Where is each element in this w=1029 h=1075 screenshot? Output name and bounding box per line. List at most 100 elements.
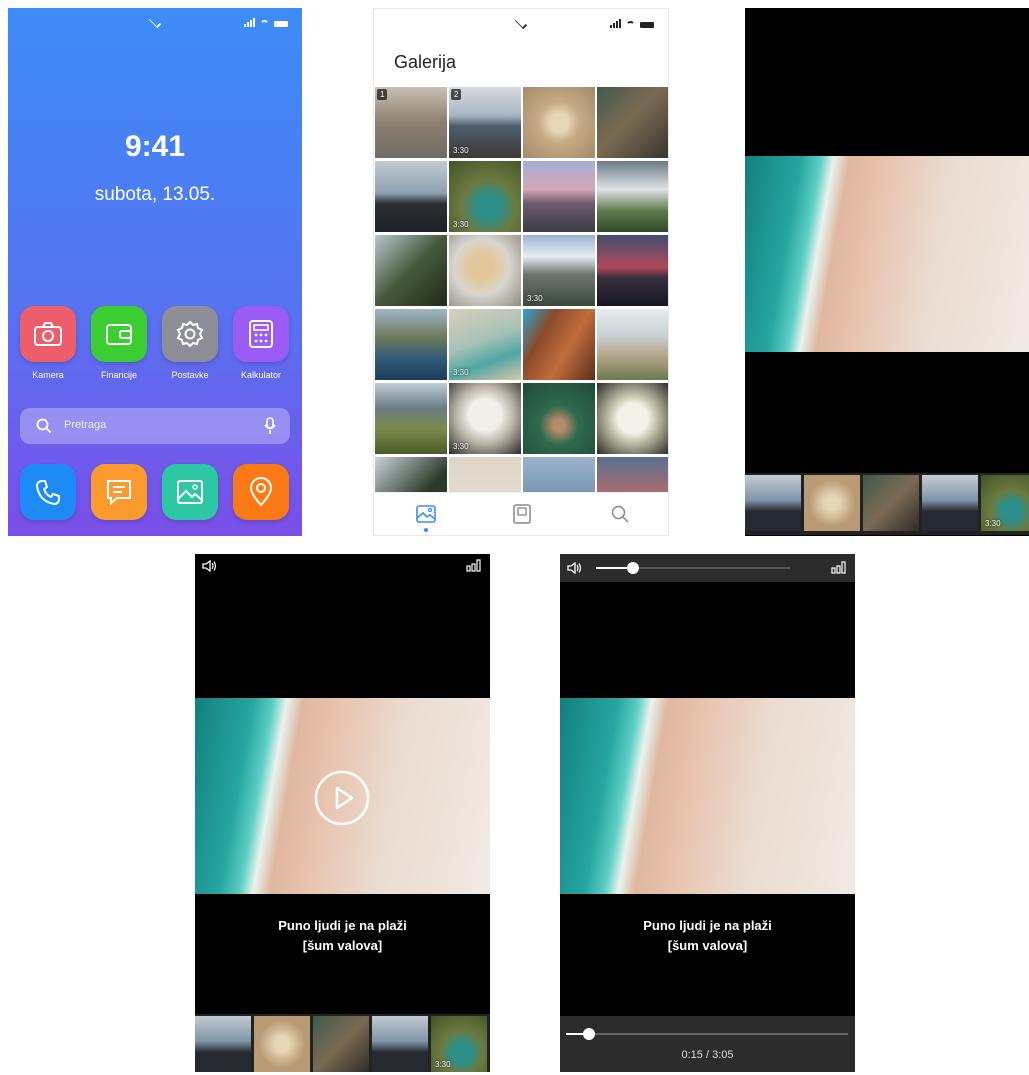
phone-app[interactable]: [20, 464, 76, 520]
gear-icon: [176, 320, 204, 348]
quality-icon[interactable]: [466, 559, 482, 572]
photo-grid: 1 2 3:30 3:30 3:30 3:30 3:30: [374, 87, 668, 492]
photo-thumb[interactable]: [375, 457, 447, 492]
settings-app-label: Postavke: [171, 370, 209, 380]
chevron-down-icon[interactable]: [514, 16, 528, 30]
selection-badge: 2: [451, 89, 462, 100]
time-readout: 0:15 / 3:05: [681, 1049, 734, 1061]
photo-thumb[interactable]: [449, 457, 521, 492]
subtitle-line: [šum valova]: [302, 938, 383, 953]
video-duration: 3:30: [527, 294, 543, 303]
subtitle-line: Puno ljudi je na plaži: [278, 918, 407, 933]
subtitle-line: Puno ljudi je na plaži: [643, 918, 772, 933]
message-icon: [107, 480, 131, 506]
photo-thumb[interactable]: [597, 309, 668, 380]
strip-thumb[interactable]: [313, 1016, 369, 1072]
status-icons: [244, 18, 288, 27]
strip-thumb[interactable]: [804, 475, 860, 531]
subtitle-line: [šum valova]: [667, 938, 748, 953]
settings-app[interactable]: [162, 306, 218, 362]
video-thumb[interactable]: 3:30: [523, 235, 595, 306]
video-player-paused: Puno ljudi je na plaži [šum valova] 3:30: [195, 554, 490, 1072]
video-thumb[interactable]: 3:30: [449, 383, 521, 454]
volume-icon[interactable]: [567, 562, 583, 574]
clock-date: subota, 13.05.: [94, 184, 216, 205]
camera-app[interactable]: [20, 306, 76, 362]
photo-thumb[interactable]: [597, 87, 668, 158]
thumbnail-strip: 3:30: [745, 473, 1029, 535]
finance-app[interactable]: [91, 306, 147, 362]
messages-app[interactable]: [91, 464, 147, 520]
photo-thumb[interactable]: 1: [375, 87, 447, 158]
battery-icon: [640, 22, 654, 28]
camera-icon: [34, 322, 62, 346]
search-icon[interactable]: [611, 505, 629, 523]
strip-thumb[interactable]: 3:30: [431, 1016, 487, 1072]
gallery-icon[interactable]: [416, 505, 436, 523]
calculator-app-label: Kalkulator: [240, 370, 282, 380]
volume-slider[interactable]: [596, 562, 790, 574]
video-thumb[interactable]: 2 3:30: [449, 87, 521, 158]
video-duration: 3:30: [453, 368, 469, 377]
phone-icon: [35, 480, 60, 506]
maps-app[interactable]: [233, 464, 289, 520]
selection-badge: 1: [377, 89, 388, 100]
strip-thumb[interactable]: [195, 1016, 251, 1072]
status-icons: [610, 19, 654, 28]
strip-thumb[interactable]: [745, 475, 801, 531]
home-screen: 9:41 subota, 13.05. Kamera Financije Pos…: [8, 8, 302, 536]
video-thumb[interactable]: 3:30: [449, 161, 521, 232]
photo-thumb[interactable]: [597, 457, 668, 492]
photo-thumb[interactable]: [523, 457, 595, 492]
microphone-icon[interactable]: [264, 417, 276, 435]
quality-icon[interactable]: [831, 561, 847, 574]
volume-knob[interactable]: [626, 562, 639, 574]
strip-thumb[interactable]: [254, 1016, 310, 1072]
photo-thumb[interactable]: [375, 161, 447, 232]
video-duration: 3:30: [453, 146, 469, 155]
camera-app-label: Kamera: [32, 370, 64, 380]
photo-thumb[interactable]: [597, 235, 668, 306]
photo-thumb[interactable]: [523, 87, 595, 158]
strip-thumb[interactable]: 3:30: [981, 475, 1029, 531]
strip-thumb[interactable]: [863, 475, 919, 531]
photo-thumb[interactable]: [523, 161, 595, 232]
photo-thumb[interactable]: [597, 161, 668, 232]
bottom-controls: 0:15 / 3:05: [560, 1016, 855, 1072]
chevron-down-icon[interactable]: [148, 15, 162, 29]
strip-thumb[interactable]: [372, 1016, 428, 1072]
beach-video-frame[interactable]: [745, 156, 1029, 352]
video-duration: 3:30: [435, 1060, 451, 1069]
video-duration: 3:30: [985, 519, 1001, 528]
wifi-icon: [260, 20, 269, 27]
photo-thumb[interactable]: [523, 309, 595, 380]
volume-icon[interactable]: [202, 560, 218, 572]
video-duration: 3:30: [453, 442, 469, 451]
photo-thumb[interactable]: [597, 383, 668, 454]
play-icon[interactable]: [314, 770, 370, 826]
album-icon[interactable]: [513, 504, 531, 524]
strip-thumb[interactable]: [922, 475, 978, 531]
active-tab-indicator: [424, 528, 428, 532]
search-placeholder: Pretraga: [64, 419, 107, 431]
signal-icon: [610, 19, 621, 28]
gallery-app[interactable]: [162, 464, 218, 520]
clock-time: 9:41: [124, 130, 186, 163]
seek-knob[interactable]: [583, 1028, 596, 1040]
search-bar[interactable]: Pretraga: [20, 408, 290, 444]
photo-thumb[interactable]: [375, 235, 447, 306]
photo-thumb[interactable]: [375, 383, 447, 454]
photo-thumb[interactable]: [375, 309, 447, 380]
photo-thumb[interactable]: [449, 235, 521, 306]
calculator-app[interactable]: [233, 306, 289, 362]
bottom-nav: [374, 492, 668, 535]
video-duration: 3:30: [453, 220, 469, 229]
finance-app-label: Financije: [100, 370, 138, 380]
location-icon: [249, 477, 273, 507]
video-thumb[interactable]: 3:30: [449, 309, 521, 380]
seek-bar[interactable]: [566, 1028, 848, 1040]
gallery-screen: Galerija 1 2 3:30 3:30 3:30 3:30 3:30: [373, 8, 669, 536]
wifi-icon: [626, 21, 635, 28]
photo-thumb[interactable]: [523, 383, 595, 454]
beach-video-frame[interactable]: [560, 698, 855, 894]
